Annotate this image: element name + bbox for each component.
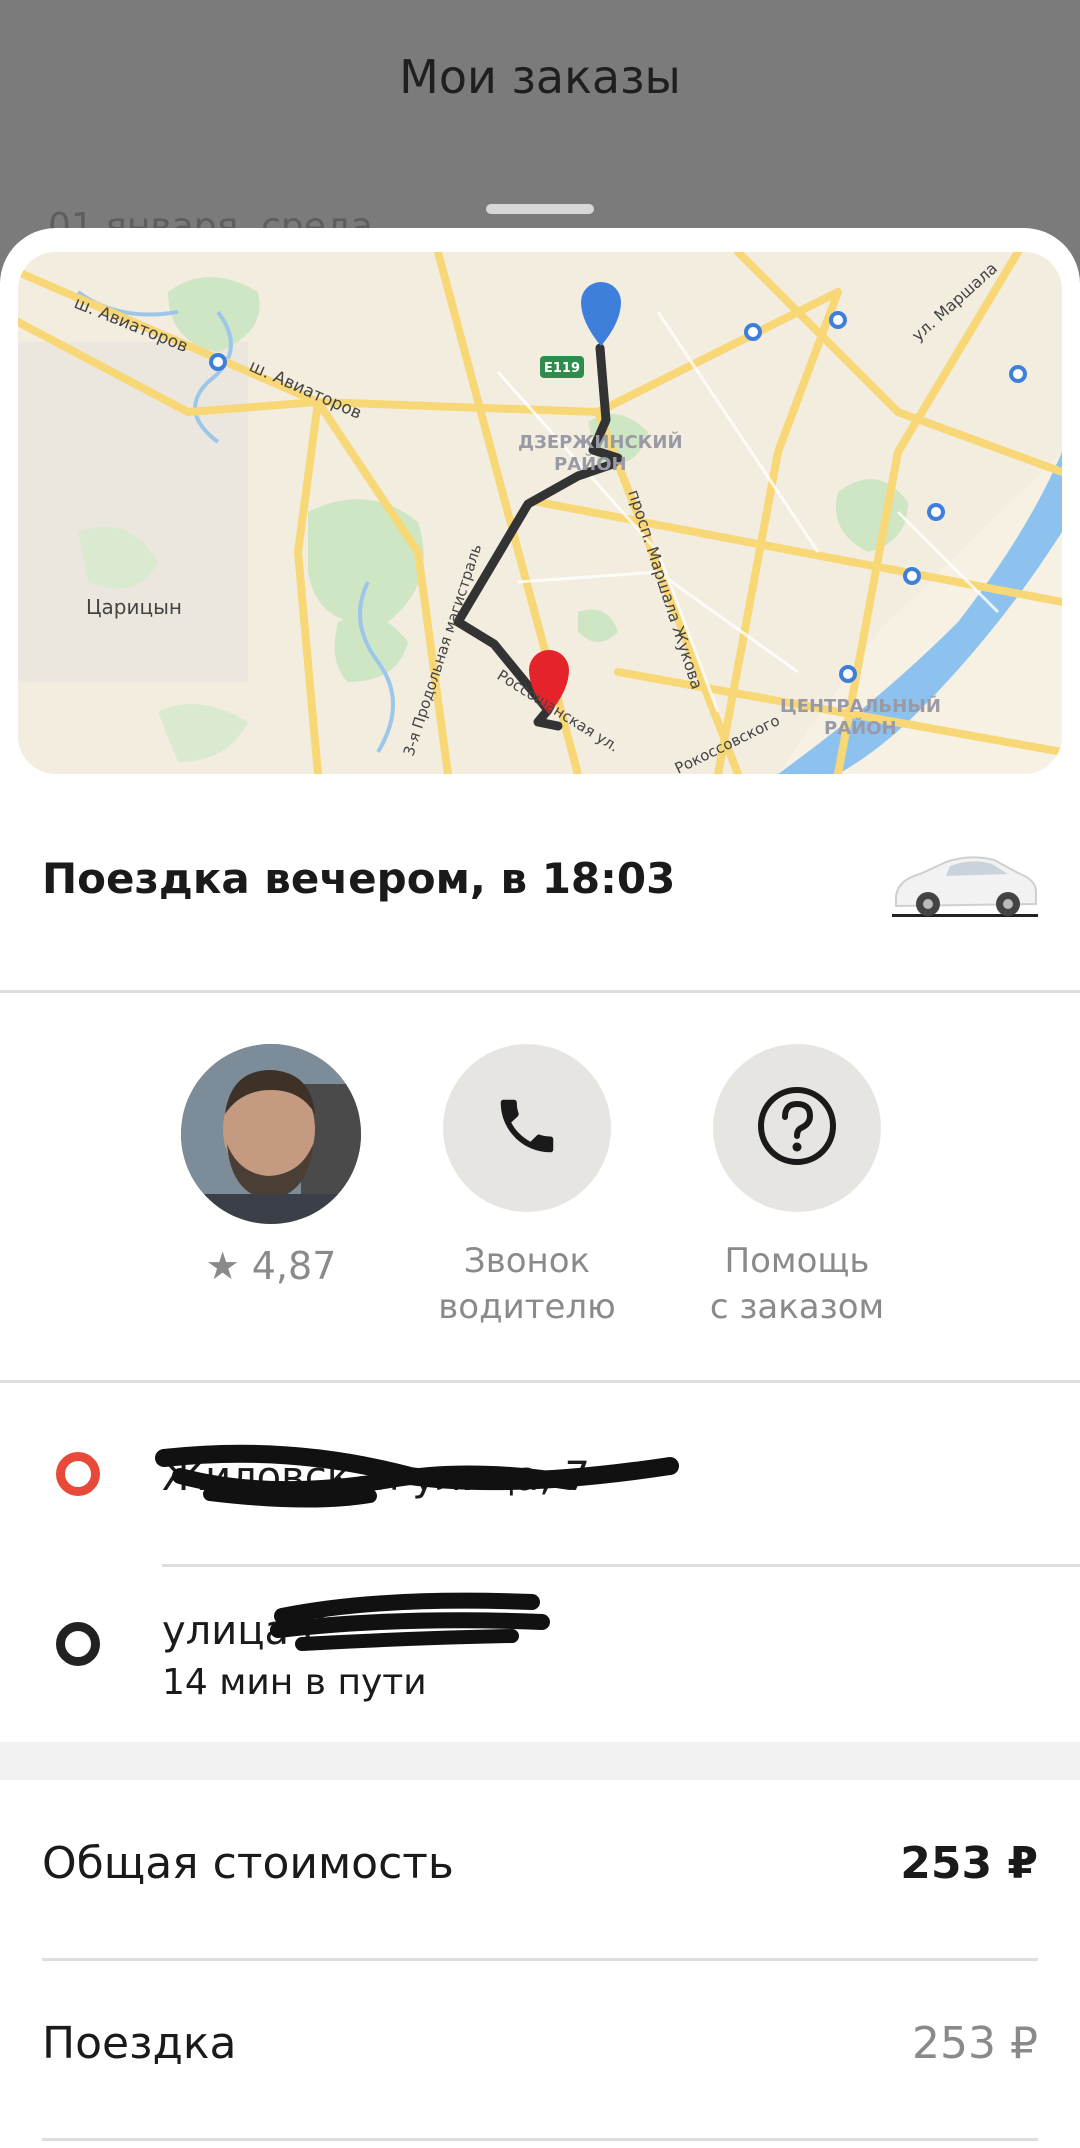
redaction-scribble — [155, 1444, 679, 1508]
map-highway-badge: E119 — [544, 361, 580, 376]
driver-actions: ★ 4,87 Звонок водителю Помощь с заказом — [0, 994, 1080, 1327]
help-label-line2: с заказом — [709, 1287, 885, 1327]
avatar[interactable] — [181, 1044, 361, 1224]
sheet-drag-handle[interactable] — [486, 204, 594, 214]
redaction-scribble — [270, 1592, 550, 1651]
total-cost-label: Общая стоимость — [42, 1838, 454, 1889]
ride-cost-label: Поездка — [42, 2018, 237, 2069]
call-label-line2: водителю — [438, 1287, 616, 1327]
divider — [42, 2138, 1038, 2141]
trip-duration: 14 мин в пути — [162, 1662, 427, 1703]
help-label-line1: Помощь — [724, 1241, 870, 1281]
destination-point-icon — [56, 1622, 100, 1666]
section-separator — [0, 1742, 1080, 1780]
divider — [0, 990, 1080, 993]
phone-icon — [492, 1091, 562, 1165]
help-button-circle[interactable] — [713, 1044, 881, 1212]
map-district-label: ЦЕНТРАЛЬНЫЙ — [780, 695, 941, 717]
ride-cost-row: Поездка 253 ₽ — [0, 1960, 1080, 2140]
driver-profile[interactable]: ★ 4,87 — [136, 1044, 406, 1288]
divider — [162, 1564, 1080, 1567]
question-icon — [755, 1084, 839, 1172]
map-district-label: ДЗЕРЖИНСКИЙ — [518, 431, 683, 453]
car-icon — [890, 836, 1040, 926]
total-cost-row: Общая стоимость 253 ₽ — [0, 1780, 1080, 1960]
map-city-label: Царицын — [86, 595, 182, 619]
ride-cost-value: 253 ₽ — [912, 2018, 1038, 2069]
trip-title: Поездка вечером, в 18:03 — [42, 854, 676, 903]
trip-summary-row: Поездка вечером, в 18:03 — [0, 774, 1080, 992]
map-district-label: РАЙОН — [824, 717, 897, 739]
divider — [0, 1380, 1080, 1383]
call-driver-button[interactable]: Звонок водителю — [392, 1044, 662, 1330]
call-label-line1: Звонок — [463, 1241, 591, 1281]
start-point-icon — [56, 1452, 100, 1496]
order-details-sheet: E119 ш. Авиаторов ш. Авиаторов ДЗЕРЖИНСК… — [0, 228, 1080, 2148]
call-button-circle[interactable] — [443, 1044, 611, 1212]
page-title: Мои заказы — [399, 50, 681, 104]
driver-rating: ★ 4,87 — [205, 1244, 337, 1288]
route-map[interactable]: E119 ш. Авиаторов ш. Авиаторов ДЗЕРЖИНСК… — [18, 252, 1062, 774]
order-help-button[interactable]: Помощь с заказом — [662, 1044, 932, 1330]
total-cost-value: 253 ₽ — [900, 1838, 1038, 1889]
map-district-label: РАЙОН — [554, 453, 627, 475]
